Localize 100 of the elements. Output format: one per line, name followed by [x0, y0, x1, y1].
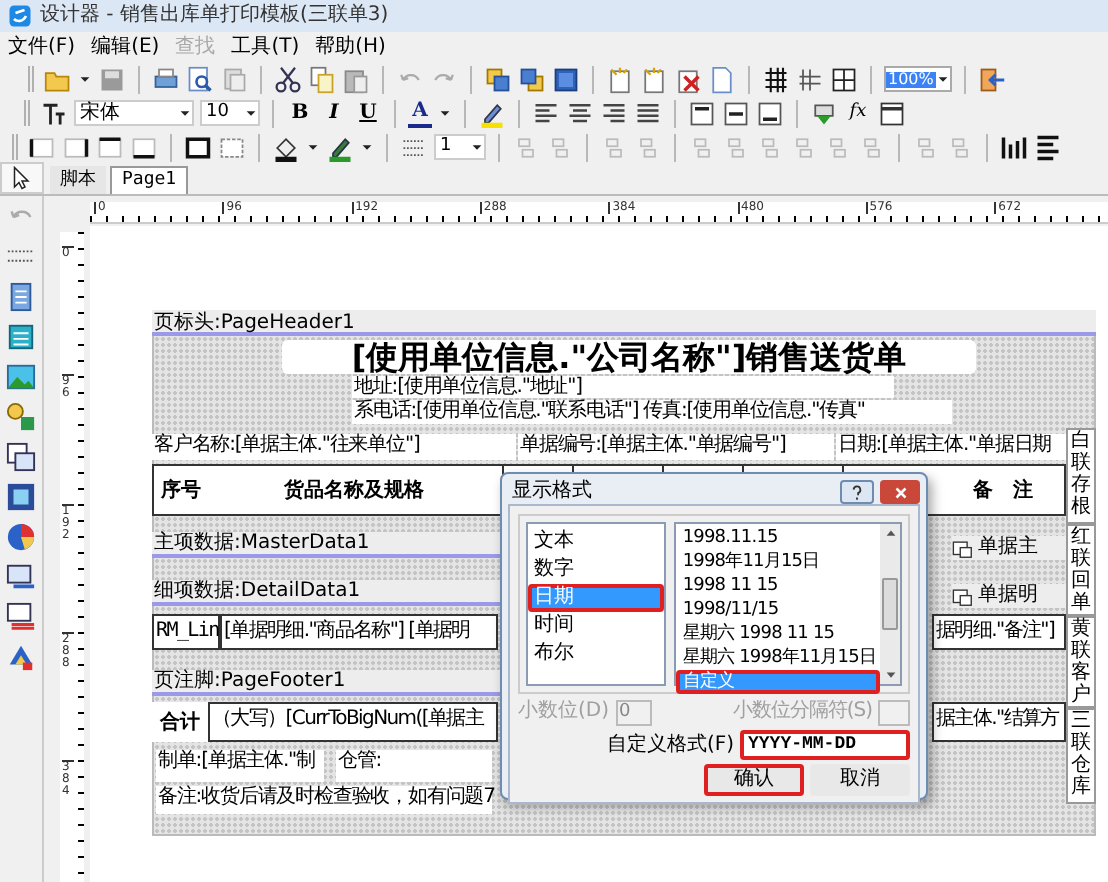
copy-icon[interactable] [308, 65, 336, 93]
barcode-object-icon[interactable] [6, 562, 36, 592]
list-item[interactable]: 布尔 [528, 640, 665, 668]
print-icon[interactable] [152, 65, 180, 93]
scroll-up-icon [883, 526, 897, 540]
caret-icon[interactable] [306, 140, 320, 154]
tab[interactable]: 脚本 [50, 166, 106, 194]
align-top-icon[interactable] [688, 99, 716, 127]
fill-color-icon[interactable] [272, 133, 300, 161]
font-size-dropdown[interactable]: 10 [200, 100, 260, 126]
menu-item[interactable]: 文件(F) [6, 37, 78, 57]
help-icon [848, 483, 866, 501]
menu-item[interactable]: 工具(T) [229, 37, 302, 57]
table-cell: （大写）[CurrToBigNum([单据主 [208, 702, 498, 742]
snap-grid-icon[interactable] [796, 65, 824, 93]
align-center-icon[interactable] [566, 99, 594, 127]
field-label: 小数位分隔符(S) [732, 702, 872, 722]
grid-icon[interactable] [762, 65, 790, 93]
function-button[interactable]: fx [844, 99, 872, 127]
window-icon[interactable] [878, 99, 906, 127]
same-height-icon[interactable] [1034, 133, 1062, 161]
scrollbar[interactable] [880, 524, 900, 684]
same-width-icon[interactable] [1000, 133, 1028, 161]
caret-icon [244, 106, 258, 120]
report-object-icon[interactable] [6, 602, 36, 632]
list-item[interactable]: 数字 [528, 556, 665, 584]
field-object-icon[interactable] [6, 322, 36, 352]
add-page-icon[interactable] [640, 65, 668, 93]
dialog-title: 显示格式 [512, 482, 592, 502]
caret-icon[interactable] [78, 72, 92, 86]
caret-icon[interactable] [360, 140, 374, 154]
right-border-icon[interactable] [62, 133, 90, 161]
top-border-icon[interactable] [96, 133, 124, 161]
align-middle-icon[interactable] [722, 99, 750, 127]
pointer-tool[interactable] [0, 162, 44, 194]
copy-label: 白联存根 [1066, 428, 1096, 524]
underline-button[interactable]: U [354, 99, 382, 127]
band-data-icon [952, 585, 974, 607]
input-field[interactable] [878, 699, 910, 725]
frame-object-icon[interactable] [6, 482, 36, 512]
font-dropdown[interactable]: 宋体 [74, 100, 194, 126]
copy-label: 黄联客户 [1066, 616, 1096, 708]
all-borders-icon[interactable] [184, 133, 212, 161]
band-source-label: 单据明 [978, 586, 1038, 606]
bottom-border-icon[interactable] [130, 133, 158, 161]
fill-square-icon[interactable] [552, 65, 580, 93]
table-icon[interactable] [830, 65, 858, 93]
menu-item[interactable]: 编辑(E) [89, 37, 162, 57]
dialog-button[interactable]: 取消 [810, 764, 910, 796]
table-cell: 据主体."结算方 [932, 702, 1066, 742]
send-back-icon[interactable] [518, 65, 546, 93]
delete-page-icon[interactable] [674, 65, 702, 93]
shape-object-icon[interactable] [6, 402, 36, 432]
line-width-dropdown[interactable]: 1 [434, 134, 486, 160]
exit-icon[interactable] [978, 65, 1006, 93]
scroll-down-icon [883, 668, 897, 682]
align-right-icon[interactable] [600, 99, 628, 127]
report-field: 制单:[单据主体."制 [156, 750, 324, 782]
report-field: 系电话:[使用单位信息."联系电话"] 传真:[使用单位信息."传真" [352, 400, 952, 424]
bring-front-icon[interactable] [484, 65, 512, 93]
tools-icon[interactable] [6, 642, 36, 672]
tab[interactable]: Page1 [110, 166, 189, 194]
left-border-icon[interactable] [28, 133, 56, 161]
paste-icon[interactable] [342, 65, 370, 93]
list-item[interactable]: 星期六 1998年11月15日 [676, 646, 880, 670]
new-page-icon[interactable] [606, 65, 634, 93]
help-button[interactable] [840, 480, 874, 504]
font-icon[interactable] [40, 99, 68, 127]
report-field: 单据编号:[单据主体."单据编号"] [518, 434, 834, 460]
list-item[interactable]: 时间 [528, 612, 665, 640]
highlighter-icon[interactable] [478, 99, 506, 127]
app-logo-icon [8, 4, 32, 28]
dialog-button[interactable]: 确认 [704, 764, 804, 796]
report-field: 日期:[单据主体."单据日期 [836, 434, 1066, 460]
image-object-icon[interactable] [6, 362, 36, 392]
caret-icon [178, 106, 192, 120]
text-object-icon[interactable] [6, 282, 36, 312]
insert-field-icon[interactable] [810, 99, 838, 127]
close-button[interactable] [880, 480, 920, 504]
band-header: 页标头:PageHeader1 [152, 310, 1096, 336]
scrollbar-thumb[interactable] [882, 578, 898, 630]
print-preview-icon[interactable] [186, 65, 214, 93]
align-bottom-icon[interactable] [756, 99, 784, 127]
line-color-icon[interactable] [326, 133, 354, 161]
bold-button[interactable]: B [286, 99, 314, 127]
italic-button[interactable]: I [320, 99, 348, 127]
justify-icon[interactable] [634, 99, 662, 127]
menu-item[interactable]: 帮助(H) [313, 37, 388, 57]
align-left-icon[interactable] [532, 99, 560, 127]
list-item[interactable]: 星期六 1998 11 15 [676, 622, 880, 646]
zoom-dropdown[interactable]: 100% [884, 66, 952, 92]
subreport-icon[interactable] [6, 442, 36, 472]
list-item[interactable]: 文本 [528, 528, 665, 556]
input-field[interactable]: YYYY-MM-DD [740, 730, 910, 760]
chart-object-icon[interactable] [6, 522, 36, 552]
cut-icon[interactable] [274, 65, 302, 93]
category-list[interactable]: 文本 数字 日期 时间 布尔 [526, 522, 667, 686]
pointer-icon [10, 166, 34, 190]
report-title-field: [使用单位信息."公司名称"]销售送货单 [282, 340, 976, 374]
caret-icon[interactable] [438, 106, 452, 120]
